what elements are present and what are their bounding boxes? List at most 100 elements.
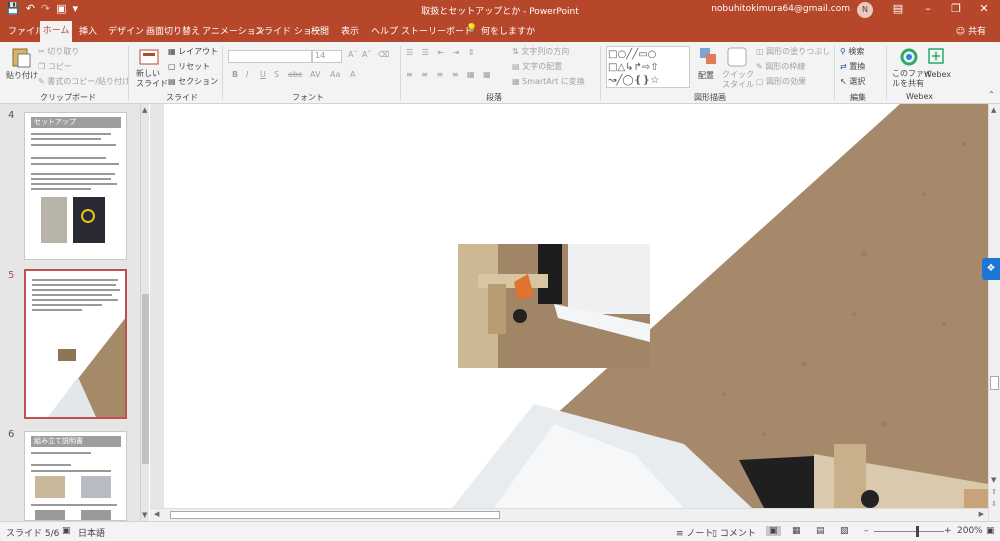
slide-thumbnail[interactable]: 組み立て説明書 [24, 431, 127, 521]
tab-review[interactable]: 校閲 [311, 24, 329, 37]
close-button[interactable]: ✕ [974, 2, 994, 15]
italic-icon[interactable]: I [246, 70, 248, 79]
zoom-level[interactable]: 200% [957, 526, 983, 536]
section-label: セクション [178, 77, 219, 86]
ribbon-display-icon[interactable]: ▤ [888, 2, 908, 15]
bold-icon[interactable]: B [232, 70, 238, 79]
quick-styles-icon[interactable] [726, 46, 748, 68]
webex-icon[interactable] [926, 46, 948, 68]
tab-file[interactable]: ファイル [8, 24, 44, 37]
align-text-button[interactable]: ▤ 文字の配置 [512, 61, 562, 72]
cut-button[interactable]: ✂ 切り取り [38, 46, 79, 57]
find-button[interactable]: ⚲ 検索 [840, 46, 864, 57]
smartart-button[interactable]: ▦ SmartArt に変換 [512, 76, 585, 87]
shrink-font-icon[interactable]: Aˇ [362, 50, 371, 59]
dropbox-icon[interactable]: ❖ [982, 258, 1000, 280]
grow-font-icon[interactable]: Aˆ [348, 50, 357, 59]
scrollbar-thumb[interactable] [990, 376, 999, 390]
shape-outline-button[interactable]: ✎ 図形の枠線 [756, 61, 805, 72]
spellcheck-icon[interactable]: ▣ [62, 526, 71, 536]
underline-icon[interactable]: U [260, 70, 266, 79]
shapes-gallery[interactable]: □○╱╱▭○ □△↳↱⇨⇧ ↝╱◯❴❵☆ [606, 46, 690, 88]
new-slide-button[interactable]: 新しい スライド [136, 69, 168, 89]
shape-fill-button[interactable]: ◫ 図形の塗りつぶし [756, 46, 830, 57]
comments-button[interactable]: ▯ コメント [712, 526, 756, 539]
arrange-icon[interactable] [698, 46, 720, 68]
scroll-left-icon[interactable]: ◀ [154, 510, 159, 518]
align-icons[interactable]: ≡ ≡ ≡ ≡ ▦ ▦ [406, 70, 494, 79]
tab-design[interactable]: デザイン [108, 24, 144, 37]
slide-photo-small[interactable] [458, 244, 650, 368]
tab-home[interactable]: ホーム [40, 21, 72, 42]
tab-insert[interactable]: 挿入 [79, 24, 97, 37]
webex-share-icon[interactable] [898, 46, 920, 68]
vertical-scrollbar[interactable]: ▲ ▼ ⇧ ⇩ [988, 104, 1000, 521]
font-color-icon[interactable]: A [350, 70, 355, 79]
slide-sorter-icon[interactable]: ▦ [792, 526, 801, 536]
tell-me-search[interactable]: 何をしますか [481, 24, 535, 37]
scrollbar-thumb[interactable] [142, 294, 149, 464]
fit-to-window-icon[interactable]: ▣ [986, 526, 995, 536]
normal-view-icon[interactable]: ▣ [766, 526, 781, 536]
font-size-input[interactable]: 14 [312, 50, 342, 63]
collapse-ribbon-icon[interactable]: ⌃ [988, 90, 995, 99]
previous-slide-icon[interactable]: ⇧ [991, 488, 997, 496]
replace-button[interactable]: ⇄ 置換 [840, 61, 865, 72]
scroll-down-icon[interactable]: ▼ [142, 511, 147, 519]
minimize-button[interactable]: – [918, 2, 938, 15]
language-indicator[interactable]: 日本語 [78, 526, 105, 539]
next-slide-icon[interactable]: ⇩ [991, 500, 997, 508]
slide-thumbnail-selected[interactable] [24, 269, 127, 419]
find-label: 検索 [848, 47, 865, 56]
scroll-up-icon[interactable]: ▲ [142, 106, 147, 114]
tab-view[interactable]: 表示 [341, 24, 359, 37]
scrollbar-thumb[interactable] [170, 511, 500, 519]
reset-button[interactable]: ▢ リセット [168, 61, 210, 72]
slide-canvas[interactable] [164, 104, 988, 508]
shape-effects-button[interactable]: ▢ 図形の効果 [756, 76, 806, 87]
quick-styles-button[interactable]: クイック スタイル [722, 70, 754, 90]
layout-button[interactable]: ▦ レイアウト [168, 46, 218, 57]
zoom-in-icon[interactable]: + [944, 526, 952, 536]
new-slide-icon[interactable] [138, 46, 160, 68]
thumbnail-scrollbar[interactable]: ▲ ▼ [140, 104, 149, 521]
char-spacing-icon[interactable]: AV [310, 70, 320, 79]
font-name-input[interactable] [228, 50, 312, 63]
tab-transitions[interactable]: 画面切り替え [146, 24, 200, 37]
maximize-button[interactable]: ❐ [946, 2, 966, 15]
scroll-down-icon[interactable]: ▼ [991, 476, 996, 484]
scroll-right-icon[interactable]: ▶ [979, 510, 984, 518]
notes-button[interactable]: ≡ ノート [676, 526, 713, 539]
zoom-slider-thumb[interactable] [916, 526, 919, 537]
tab-storyboard[interactable]: ストーリーボード [401, 24, 473, 37]
text-direction-button[interactable]: ⇅ 文字列の方向 [512, 46, 569, 57]
cursor-icon: ↖ [840, 77, 850, 86]
arrange-button[interactable]: 配置 [698, 70, 714, 81]
horizontal-scrollbar[interactable]: ◀ ▶ [150, 508, 988, 521]
thumbnail-title: セットアップ [31, 117, 121, 128]
change-case-icon[interactable]: Aa [330, 70, 340, 79]
thumbnail-photo [48, 318, 125, 417]
strikethrough-icon[interactable]: abc [288, 70, 302, 79]
section-button[interactable]: ▤ セクション [168, 76, 218, 87]
copy-button[interactable]: ❐ コピー [38, 61, 72, 72]
text-direction-label: 文字列の方向 [521, 47, 570, 56]
account-email[interactable]: nobuhitokimura64@gmail.com [711, 4, 850, 14]
shadow-icon[interactable]: S [274, 70, 279, 79]
reading-view-icon[interactable]: ▤ [816, 526, 825, 536]
paste-button[interactable]: 貼り付け [6, 70, 38, 81]
tab-help[interactable]: ヘルプ [371, 24, 398, 37]
avatar[interactable]: N [857, 2, 873, 18]
paste-icon[interactable] [10, 46, 32, 68]
zoom-out-icon[interactable]: – [864, 526, 869, 536]
bullets-icon[interactable]: ☰ ☰ ⇤ ⇥ ⇕ [406, 48, 478, 57]
slideshow-view-icon[interactable]: ▧ [840, 526, 849, 536]
format-painter-button[interactable]: ✎ 書式のコピー/貼り付け [38, 76, 130, 87]
clear-format-icon[interactable]: ⌫ [378, 50, 389, 59]
scroll-up-icon[interactable]: ▲ [991, 106, 996, 114]
webex-button[interactable]: Webex [924, 70, 951, 79]
slide-thumbnail[interactable]: セットアップ [24, 112, 127, 260]
select-button[interactable]: ↖ 選択 [840, 76, 865, 87]
share-button[interactable]: ☺ 共有 [956, 24, 986, 37]
zoom-slider[interactable] [874, 531, 944, 532]
